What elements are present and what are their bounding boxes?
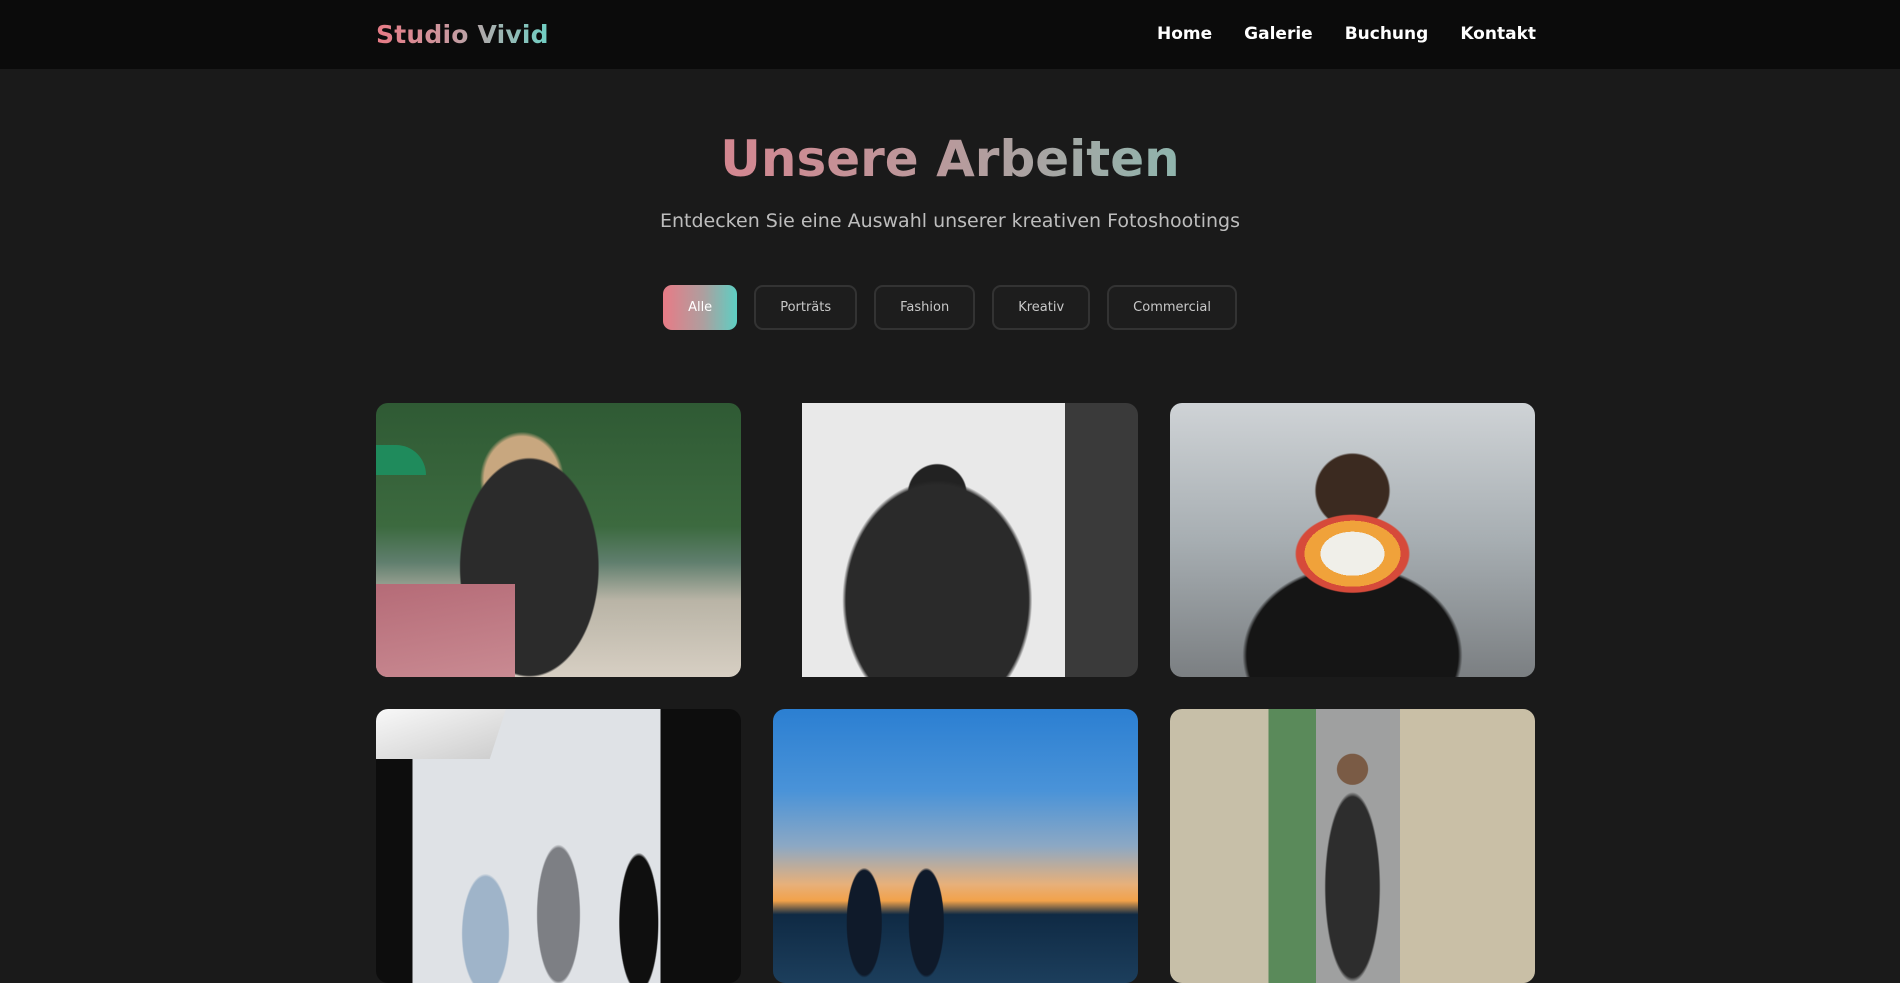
main-nav: Home Galerie Buchung Kontakt — [1157, 26, 1536, 43]
nav-kontakt[interactable]: Kontakt — [1460, 26, 1536, 43]
top-navbar: Studio Vivid Home Galerie Buchung Kontak… — [0, 0, 1900, 69]
gallery-grid — [376, 403, 1536, 983]
page-subtitle: Entdecken Sie eine Auswahl unserer kreat… — [659, 210, 1241, 232]
filter-commercial-button[interactable]: Commercial — [1107, 285, 1237, 330]
navbar-inner: Studio Vivid Home Galerie Buchung Kontak… — [376, 0, 1536, 69]
gallery-photo-couple-sunset[interactable] — [773, 709, 1138, 983]
filter-kreativ-button[interactable]: Kreativ — [992, 285, 1091, 330]
hero-section: Unsere Arbeiten Entdecken Sie eine Auswa… — [0, 69, 1900, 330]
brand-logo[interactable]: Studio Vivid — [376, 22, 549, 47]
nav-galerie[interactable]: Galerie — [1244, 26, 1313, 43]
gallery-photo-flowers-portrait[interactable] — [1170, 403, 1535, 677]
filter-alle-button[interactable]: Alle — [663, 285, 738, 330]
nav-home[interactable]: Home — [1157, 26, 1212, 43]
filter-portraits-button[interactable]: Porträts — [754, 285, 858, 330]
filter-fashion-button[interactable]: Fashion — [874, 285, 976, 330]
category-filters: Alle Porträts Fashion Kreativ Commercial — [0, 285, 1900, 330]
gallery-photo-man-studio-bw[interactable] — [773, 403, 1138, 677]
nav-buchung[interactable]: Buchung — [1345, 26, 1429, 43]
gallery-photo-studio-fashion-shoot[interactable] — [376, 709, 741, 983]
gallery-photo-woman-beach[interactable] — [376, 403, 741, 677]
gallery-photo-man-stone-arch[interactable] — [1170, 709, 1535, 983]
page-title: Unsere Arbeiten — [720, 130, 1180, 188]
